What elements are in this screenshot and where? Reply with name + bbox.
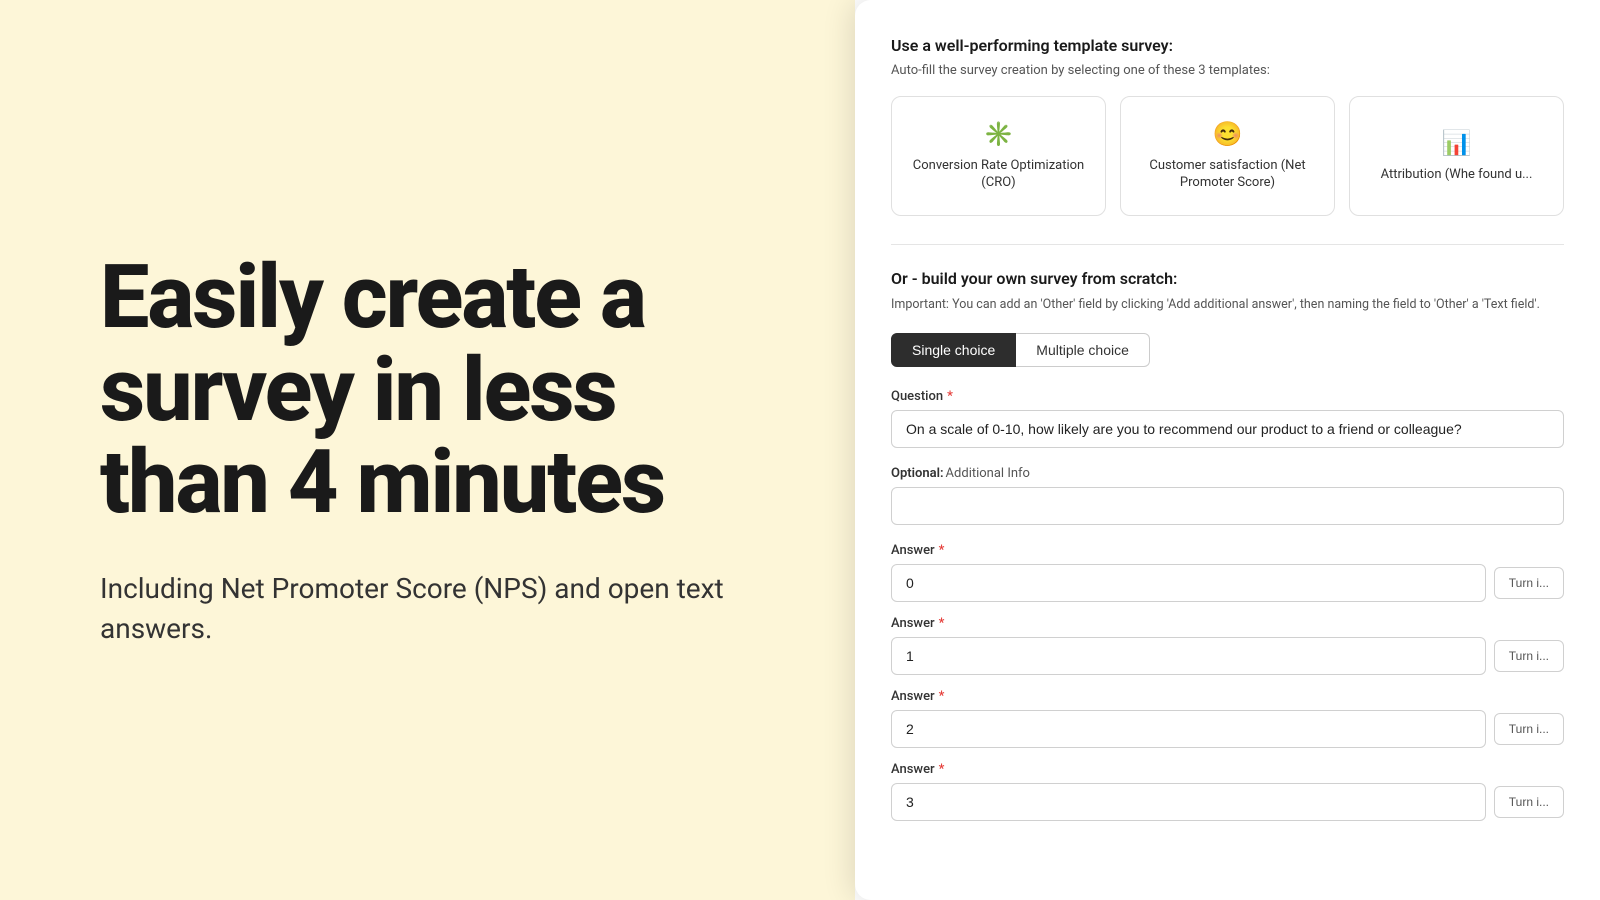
answer-1-required: * (939, 616, 945, 631)
optional-tag: Optional: (891, 466, 944, 481)
template-cards: ✳️ Conversion Rate Optimization (CRO) 😊 … (891, 96, 1564, 216)
right-panel: Use a well-performing template survey: A… (855, 0, 1600, 900)
template-section: Use a well-performing template survey: A… (891, 36, 1564, 216)
multiple-choice-button[interactable]: Multiple choice (1016, 333, 1150, 367)
answer-row-2: Answer * Turn i... (891, 689, 1564, 748)
answer-3-label: Answer * (891, 762, 1564, 777)
scratch-note-text: You can add an 'Other' field by clicking… (952, 297, 1540, 312)
choice-toggle-group: Single choice Multiple choice (891, 333, 1564, 367)
cro-label: Conversion Rate Optimization (CRO) (908, 158, 1089, 192)
single-choice-button[interactable]: Single choice (891, 333, 1016, 367)
attribution-label: Attribution (Whe found u... (1381, 167, 1533, 184)
cro-icon: ✳️ (984, 120, 1014, 148)
answer-row-3: Answer * Turn i... (891, 762, 1564, 821)
sub-heading: Including Net Promoter Score (NPS) and o… (100, 569, 755, 647)
optional-label: Optional: Additional Info (891, 466, 1564, 481)
answer-row-1: Answer * Turn i... (891, 616, 1564, 675)
turn-in-0-button[interactable]: Turn i... (1494, 567, 1564, 599)
scratch-note: Important: You can add an 'Other' field … (891, 296, 1564, 315)
answer-0-required: * (939, 543, 945, 558)
question-label: Question * (891, 389, 1564, 404)
turn-in-1-button[interactable]: Turn i... (1494, 640, 1564, 672)
answer-3-input[interactable] (891, 783, 1486, 821)
answer-row-0: Answer * Turn i... (891, 543, 1564, 602)
scratch-note-label: Important: (891, 297, 949, 312)
optional-desc: Additional Info (946, 466, 1030, 481)
left-panel: Easily create a survey in less than 4 mi… (0, 0, 855, 900)
main-heading: Easily create a survey in less than 4 mi… (100, 252, 755, 529)
answer-1-input[interactable] (891, 637, 1486, 675)
answer-3-required: * (939, 762, 945, 777)
scratch-title: Or - build your own survey from scratch: (891, 269, 1564, 288)
scratch-section: Or - build your own survey from scratch:… (891, 269, 1564, 821)
template-section-title: Use a well-performing template survey: (891, 36, 1564, 55)
answer-0-label: Answer * (891, 543, 1564, 558)
turn-in-3-button[interactable]: Turn i... (1494, 786, 1564, 818)
nps-icon: 😊 (1213, 120, 1243, 148)
answer-2-input[interactable] (891, 710, 1486, 748)
nps-label: Customer satisfaction (Net Promoter Scor… (1137, 158, 1318, 192)
answer-0-input[interactable] (891, 564, 1486, 602)
answer-1-label: Answer * (891, 616, 1564, 631)
optional-input[interactable] (891, 487, 1564, 525)
optional-field-group: Optional: Additional Info (891, 466, 1564, 525)
section-divider (891, 244, 1564, 245)
question-input[interactable] (891, 410, 1564, 448)
turn-in-2-button[interactable]: Turn i... (1494, 713, 1564, 745)
attribution-icon: 📊 (1442, 129, 1472, 157)
template-card-cro[interactable]: ✳️ Conversion Rate Optimization (CRO) (891, 96, 1106, 216)
template-section-subtitle: Auto-fill the survey creation by selecti… (891, 63, 1564, 78)
answer-2-required: * (939, 689, 945, 704)
question-field-group: Question * (891, 389, 1564, 448)
template-card-nps[interactable]: 😊 Customer satisfaction (Net Promoter Sc… (1120, 96, 1335, 216)
question-required-marker: * (947, 389, 953, 404)
template-card-attribution[interactable]: 📊 Attribution (Whe found u... (1349, 96, 1564, 216)
answer-2-label: Answer * (891, 689, 1564, 704)
